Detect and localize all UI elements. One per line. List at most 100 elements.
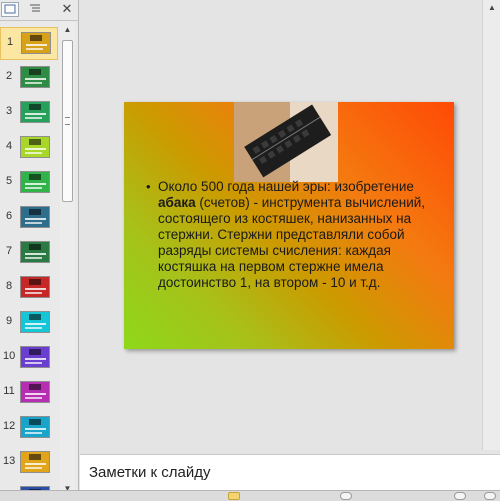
thumbnail-content	[29, 419, 41, 425]
thumbnail-content	[25, 82, 42, 84]
slide-body-text: Около 500 года нашей эры: изобретение аб…	[158, 179, 448, 291]
slide-number: 2	[5, 70, 13, 82]
slide-number: 7	[5, 245, 13, 257]
slide-number: 10	[3, 350, 16, 362]
thumbnail-content	[25, 428, 46, 430]
slide-number: 4	[5, 140, 13, 152]
slide-thumbnail[interactable]	[20, 66, 50, 88]
slide-number: 12	[3, 420, 16, 432]
pane-tab-bar: ✕	[0, 0, 78, 21]
normal-view-button[interactable]	[228, 492, 240, 500]
thumbnail-content	[25, 393, 46, 395]
scroll-up-icon[interactable]: ▲	[60, 23, 75, 37]
thumbnail-content	[25, 288, 46, 290]
slide-thumbnail[interactable]	[21, 32, 51, 54]
thumbnail-content	[29, 69, 41, 75]
notes-pane[interactable]: Заметки к слайду	[80, 454, 500, 491]
thumbnail-content	[29, 454, 41, 460]
thumbnail-content	[29, 139, 41, 145]
thumbnail-content	[25, 218, 46, 220]
slide-thumbnail-item[interactable]: 11	[0, 377, 58, 410]
thumbnail-content	[29, 174, 41, 180]
thumbnail-content	[29, 244, 41, 250]
slide-thumbnail-item[interactable]: 13	[0, 447, 58, 480]
current-slide[interactable]: • Около 500 года нашей эры: изобретение …	[124, 102, 454, 349]
scroll-up-icon[interactable]: ▲	[486, 2, 498, 14]
slide-thumbnail-item[interactable]: 3	[0, 97, 58, 130]
bullet-marker: •	[146, 179, 151, 194]
fit-slide-icon[interactable]	[484, 492, 496, 500]
slide-thumbnail-item[interactable]: 12	[0, 412, 58, 445]
thumbnail-content	[25, 467, 42, 469]
thumbnail-content	[29, 349, 41, 355]
thumbnail-content	[25, 253, 46, 255]
slide-thumbnail[interactable]	[20, 136, 50, 158]
slide-editor: • Около 500 года нашей эры: изобретение …	[80, 0, 480, 450]
slide-thumbnail[interactable]	[20, 241, 50, 263]
status-bar	[0, 490, 500, 501]
close-icon[interactable]: ✕	[60, 2, 74, 16]
scrollbar-thumb[interactable]	[62, 40, 73, 202]
body-text-bold: абака	[158, 195, 196, 210]
zoom-out-icon[interactable]	[340, 492, 352, 500]
slide-thumbnail-item[interactable]: 6	[0, 202, 58, 235]
abacus-image	[234, 102, 338, 182]
slide-thumbnail[interactable]	[20, 346, 50, 368]
thumbnail-content	[25, 187, 42, 189]
thumbnail-content	[29, 384, 41, 390]
slide-thumbnail-item[interactable]: 5	[0, 167, 58, 200]
slide-number: 11	[3, 385, 15, 397]
scrollbar-grip	[65, 117, 70, 125]
slide-thumbnail[interactable]	[20, 311, 50, 333]
thumbnail-content	[30, 35, 42, 41]
outline-tab-icon	[30, 4, 40, 12]
thumbnail-content	[25, 397, 42, 399]
thumbnail-content	[25, 362, 42, 364]
slide-thumbnail[interactable]	[20, 416, 50, 438]
thumbnail-content	[25, 463, 46, 465]
slide-thumbnail[interactable]	[20, 171, 50, 193]
abacus-photo[interactable]	[234, 102, 338, 182]
thumbnail-content	[25, 222, 42, 224]
thumbnail-content	[25, 152, 42, 154]
slide-number: 9	[5, 315, 13, 327]
slide-thumbnail[interactable]	[20, 276, 50, 298]
slide-thumbnail-item[interactable]: 2	[0, 62, 58, 95]
body-text-start: Около 500 года нашей эры: изобретение	[158, 179, 414, 194]
outline-tab[interactable]	[27, 2, 45, 17]
thumbnail-content	[25, 257, 42, 259]
slide-thumbnail-item[interactable]: 9	[0, 307, 58, 340]
thumbnail-content	[26, 44, 47, 46]
slide-thumbnail-item[interactable]: 10	[0, 342, 58, 375]
notes-placeholder: Заметки к слайду	[89, 464, 211, 481]
slide-thumbnail[interactable]	[20, 451, 50, 473]
thumbnail-content	[25, 78, 46, 80]
slides-tab[interactable]	[1, 2, 19, 17]
thumbnail-list: 1234567891011121314	[0, 22, 58, 500]
slide-thumbnail-item[interactable]: 4	[0, 132, 58, 165]
slide-thumbnail[interactable]	[20, 381, 50, 403]
slide-number: 6	[5, 210, 13, 222]
thumbnail-content	[29, 314, 41, 320]
slide-thumbnail-item[interactable]: 1	[0, 27, 58, 60]
thumbnail-content	[25, 183, 46, 185]
thumbnail-content	[25, 117, 42, 119]
thumbnail-content	[25, 432, 42, 434]
thumbnail-content	[29, 104, 41, 110]
thumbnail-content	[29, 209, 41, 215]
slides-tab-icon	[4, 4, 16, 14]
zoom-in-icon[interactable]	[454, 492, 466, 500]
body-text-end: (счетов) - инструмента вычислений, состо…	[158, 195, 426, 290]
slide-number: 1	[6, 36, 14, 48]
slide-thumbnail-item[interactable]: 7	[0, 237, 58, 270]
thumbnail-content	[25, 292, 42, 294]
thumbnail-content	[25, 148, 46, 150]
thumbnail-scrollbar[interactable]: ▲ ▼	[60, 22, 75, 496]
thumbnail-content	[26, 48, 43, 50]
slide-thumbnail-item[interactable]: 8	[0, 272, 58, 305]
editor-scrollbar[interactable]: ▲	[482, 0, 500, 450]
thumbnail-content	[25, 327, 42, 329]
slide-number: 8	[5, 280, 13, 292]
slide-thumbnail[interactable]	[20, 206, 50, 228]
slide-thumbnail[interactable]	[20, 101, 50, 123]
